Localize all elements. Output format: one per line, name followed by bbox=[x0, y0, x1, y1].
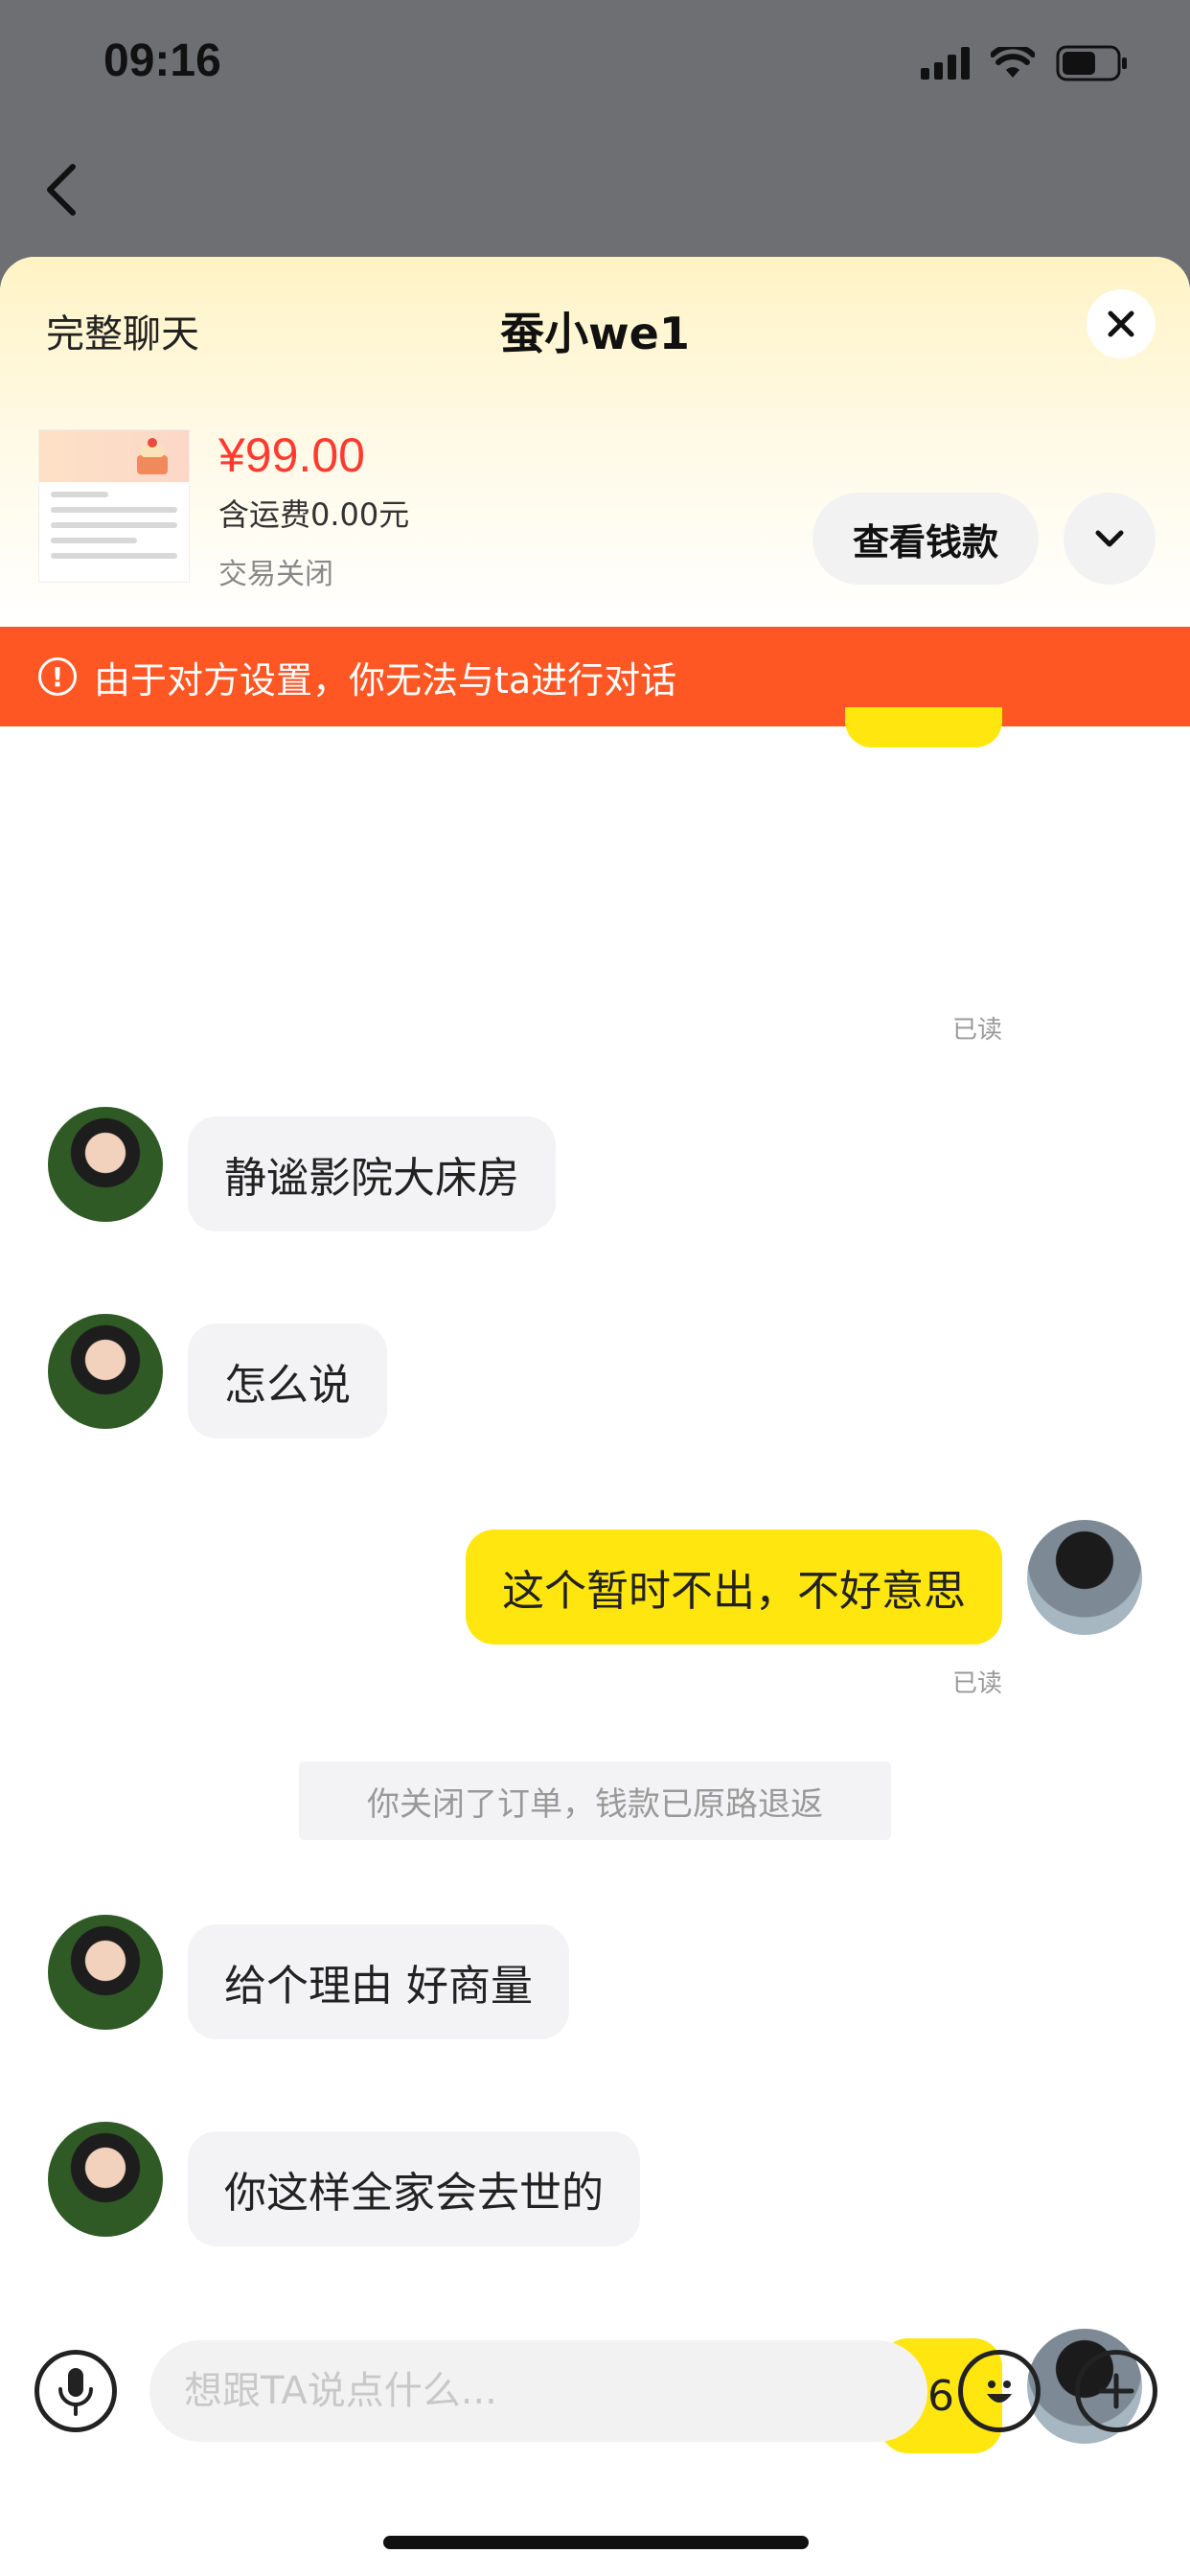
message-bubble-other[interactable]: 你这样全家会去世的 bbox=[188, 2131, 640, 2246]
view-payment-button[interactable]: 查看钱款 bbox=[812, 493, 1039, 585]
avatar-self[interactable] bbox=[1027, 1520, 1142, 1635]
message-bubble-other[interactable]: 给个理由 好商量 bbox=[188, 1924, 569, 2039]
thumbnail-line bbox=[51, 538, 137, 543]
message-bubble-other[interactable]: 静谧影院大床房 bbox=[188, 1116, 556, 1231]
home-indicator[interactable] bbox=[383, 2536, 809, 2549]
thumbnail-line bbox=[51, 553, 177, 559]
message-bubble-self[interactable] bbox=[845, 707, 1002, 748]
product-banner bbox=[39, 430, 189, 482]
status-time: 09:16 bbox=[103, 35, 221, 86]
product-price: ¥99.00 bbox=[218, 428, 365, 482]
read-receipt: 已读 bbox=[952, 1016, 1003, 1045]
message-list: 已读 静谧影院大床房 怎么说 这个暂时不出，不好意思 已读 你关闭了订单，钱款已… bbox=[0, 707, 1190, 2528]
system-notice: 你关闭了订单，钱款已原路退返 bbox=[299, 1761, 891, 1840]
message-input[interactable] bbox=[149, 2340, 927, 2442]
alert-circle-icon: ! bbox=[38, 657, 77, 696]
cake-icon bbox=[137, 438, 168, 474]
product-thumbnail[interactable] bbox=[38, 429, 190, 583]
expand-button[interactable] bbox=[1064, 493, 1156, 585]
chat-sheet: 完整聊天 蚕小we1 ¥99.00 含运费0.00元 交易关闭 查看钱款 ! 由… bbox=[0, 257, 1190, 2576]
voice-button[interactable] bbox=[34, 2350, 117, 2432]
avatar-other[interactable] bbox=[48, 1314, 163, 1429]
more-button[interactable] bbox=[1075, 2350, 1157, 2432]
chevron-left-icon bbox=[47, 164, 76, 216]
emoji-button[interactable] bbox=[958, 2350, 1041, 2432]
close-button[interactable] bbox=[1087, 289, 1156, 358]
message-bubble-self[interactable]: 这个暂时不出，不好意思 bbox=[466, 1530, 1002, 1644]
avatar-other[interactable] bbox=[48, 1107, 163, 1222]
sheet-header: 完整聊天 蚕小we1 ¥99.00 含运费0.00元 交易关闭 查看钱款 bbox=[0, 257, 1190, 626]
thumbnail-line bbox=[51, 507, 177, 513]
plus-icon bbox=[1098, 2373, 1134, 2409]
chevron-down-icon bbox=[1095, 530, 1124, 547]
back-button[interactable] bbox=[40, 159, 86, 220]
chat-title: 蚕小we1 bbox=[500, 308, 690, 359]
close-icon bbox=[1108, 310, 1134, 337]
signal-icon bbox=[921, 47, 970, 80]
shipping-fee: 含运费0.00元 bbox=[218, 496, 410, 533]
emoji-icon bbox=[987, 2380, 1012, 2403]
avatar-other[interactable] bbox=[48, 1915, 163, 2030]
warning-text: 由于对方设置，你无法与ta进行对话 bbox=[94, 658, 677, 702]
input-bar bbox=[0, 2319, 1190, 2463]
wifi-icon bbox=[991, 47, 1035, 80]
warning-banner: ! 由于对方设置，你无法与ta进行对话 bbox=[0, 627, 1190, 726]
status-icons bbox=[921, 42, 1129, 84]
microphone-icon bbox=[58, 2368, 93, 2416]
trade-status: 交易关闭 bbox=[218, 558, 333, 591]
avatar-other[interactable] bbox=[48, 2122, 163, 2237]
read-receipt: 已读 bbox=[952, 1669, 1003, 1698]
thumbnail-line bbox=[51, 492, 108, 497]
message-bubble-other[interactable]: 怎么说 bbox=[188, 1323, 387, 1438]
battery-icon bbox=[1056, 45, 1129, 81]
thumbnail-line bbox=[51, 522, 177, 528]
